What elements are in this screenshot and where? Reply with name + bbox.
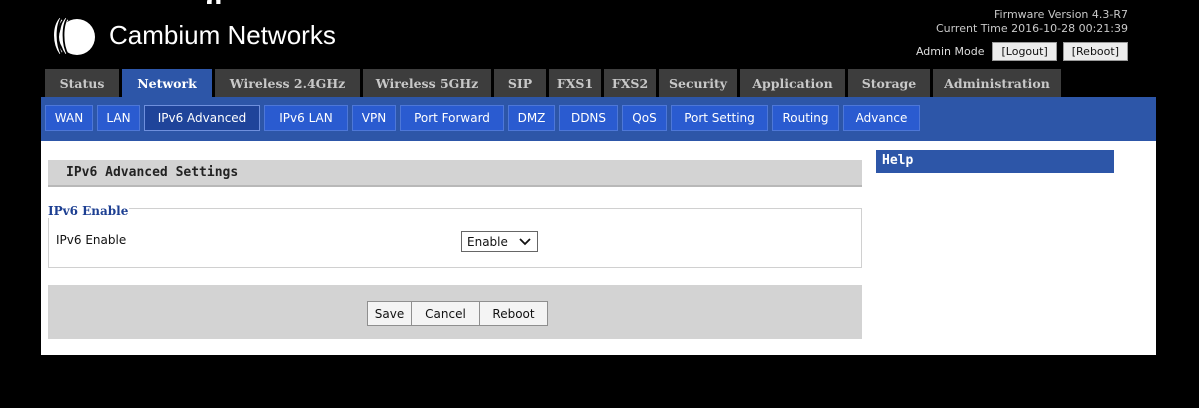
tab-security[interactable]: Security: [659, 69, 737, 97]
subtab-lan[interactable]: LAN: [97, 105, 140, 131]
help-panel-header: Help: [876, 150, 1114, 173]
action-buttons: Save Cancel Reboot: [367, 301, 548, 326]
tab-status[interactable]: Status: [45, 69, 119, 97]
firmware-info: Firmware Version 4.3-R7 Current Time 201…: [936, 8, 1128, 36]
tab-application[interactable]: Application: [740, 69, 845, 97]
ipv6-enable-label: IPv6 Enable: [56, 233, 127, 247]
cancel-button[interactable]: Cancel: [411, 301, 480, 326]
sub-nav-bar: WAN LAN IPv6 Advanced IPv6 LAN VPN Port …: [41, 97, 1156, 141]
brand-name: Cambium Networks: [109, 20, 336, 50]
cambium-logo-icon: [54, 16, 95, 56]
firmware-version: Firmware Version 4.3-R7: [994, 8, 1128, 21]
save-button[interactable]: Save: [367, 301, 412, 326]
subtab-ipv6-lan[interactable]: IPv6 LAN: [264, 105, 348, 131]
help-title: Help: [882, 153, 914, 168]
admin-mode-label: Admin Mode: [915, 45, 985, 58]
subtab-routing[interactable]: Routing: [772, 105, 839, 131]
subtab-port-setting[interactable]: Port Setting: [671, 105, 768, 131]
tab-wireless-24ghz[interactable]: Wireless 2.4GHz: [215, 69, 360, 97]
subtab-ddns[interactable]: DDNS: [559, 105, 618, 131]
tab-network[interactable]: Network: [122, 69, 212, 97]
tab-storage[interactable]: Storage: [848, 69, 930, 97]
ipv6-enable-select[interactable]: Enable: [461, 231, 538, 252]
action-bar: Save Cancel Reboot: [48, 285, 862, 339]
content-panel: IPv6 Advanced Settings IPv6 Enable IPv6 …: [41, 141, 1156, 355]
subtab-advance[interactable]: Advance: [843, 105, 920, 131]
tab-fxs1[interactable]: FXS1: [549, 69, 601, 97]
chevron-down-icon: [519, 238, 531, 246]
fieldset-legend: IPv6 Enable: [47, 204, 130, 218]
main-nav-tabs: Status Network Wireless 2.4GHz Wireless …: [45, 69, 1061, 97]
section-header: IPv6 Advanced Settings: [48, 160, 862, 187]
page-title-fragment: g: [60, 0, 230, 4]
subtab-dmz[interactable]: DMZ: [508, 105, 555, 131]
section-title: IPv6 Advanced Settings: [66, 165, 239, 180]
logout-button[interactable]: [Logout]: [992, 42, 1057, 61]
ipv6-enable-fieldset: [48, 208, 862, 268]
select-value: Enable: [467, 234, 508, 249]
tab-wireless-5ghz[interactable]: Wireless 5GHz: [363, 69, 491, 97]
subtab-qos[interactable]: QoS: [622, 105, 667, 131]
reboot-top-button[interactable]: [Reboot]: [1062, 42, 1128, 61]
sub-nav-tabs: WAN LAN IPv6 Advanced IPv6 LAN VPN Port …: [45, 105, 920, 131]
brand-logo: Cambium Networks: [43, 9, 373, 61]
subtab-port-forward[interactable]: Port Forward: [400, 105, 504, 131]
current-time: Current Time 2016-10-28 00:21:39: [935, 22, 1128, 35]
tab-fxs2[interactable]: FXS2: [604, 69, 656, 97]
subtab-ipv6-advanced[interactable]: IPv6 Advanced: [144, 105, 260, 131]
admin-controls: Admin Mode [Logout] [Reboot]: [916, 42, 1128, 61]
reboot-button[interactable]: Reboot: [479, 301, 548, 326]
subtab-wan[interactable]: WAN: [45, 105, 93, 131]
subtab-vpn[interactable]: VPN: [352, 105, 396, 131]
tab-sip[interactable]: SIP: [494, 69, 546, 97]
tab-administration[interactable]: Administration: [933, 69, 1061, 97]
